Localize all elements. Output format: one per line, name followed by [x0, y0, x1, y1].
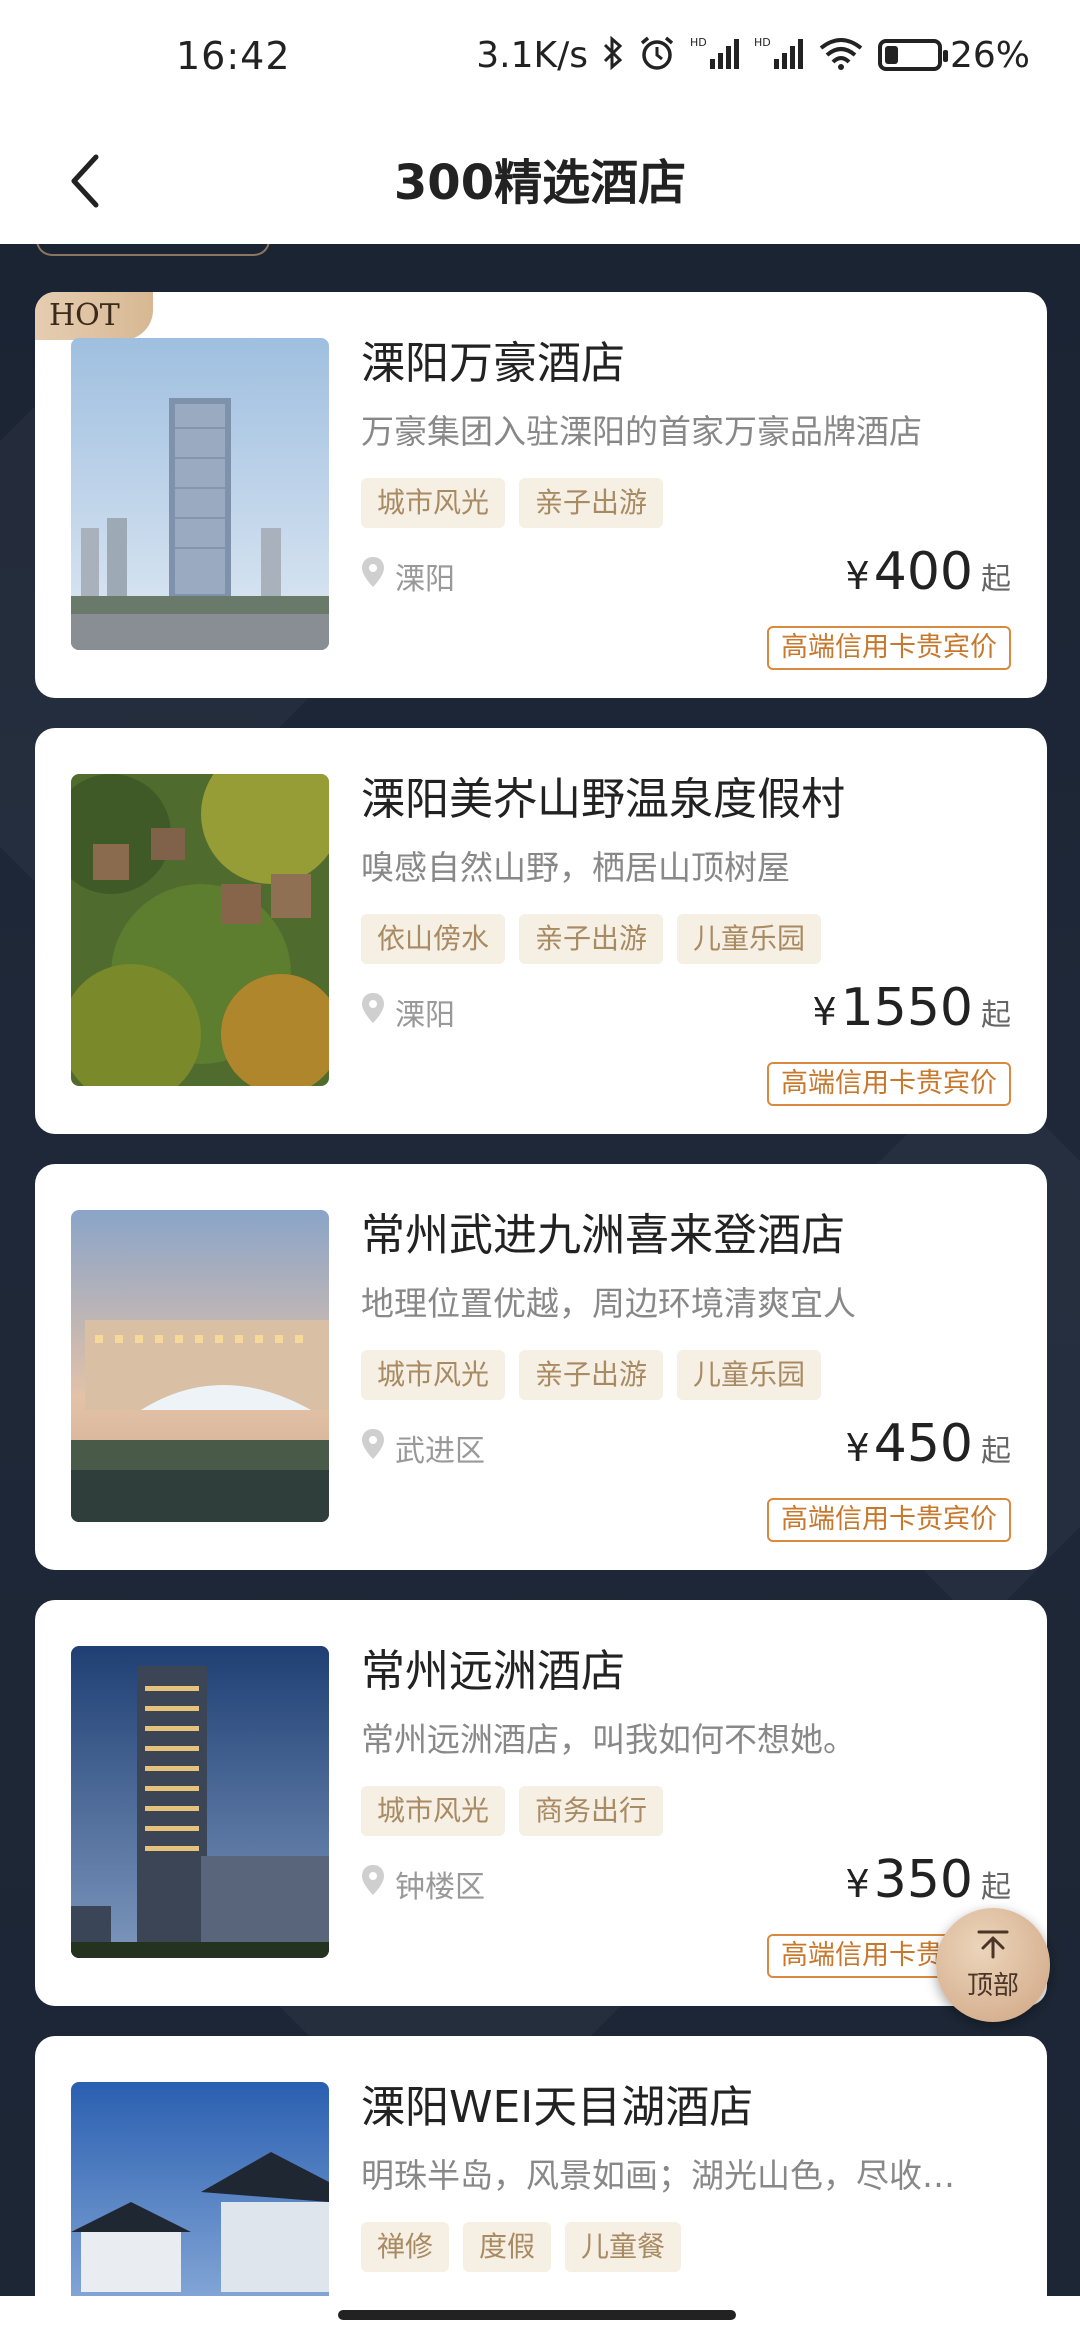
- back-to-top-label: 顶部: [966, 1970, 1019, 2001]
- price-value: 350: [873, 1850, 973, 1910]
- tag-list: 城市风光 亲子出游: [361, 478, 664, 528]
- tag: 依山傍水: [361, 914, 506, 964]
- tag: 儿童乐园: [677, 914, 822, 964]
- perk-badge: 高端信用卡贵宾价: [767, 1498, 1011, 1542]
- hotel-card[interactable]: 溧阳美岕山野温泉度假村 嗅感自然山野，栖居山顶树屋 依山傍水 亲子出游 儿童乐园…: [35, 728, 1047, 1134]
- hotel-name: 溧阳美岕山野温泉度假村: [361, 774, 845, 825]
- status-time: 16:42: [176, 34, 291, 78]
- tag-list: 依山傍水 亲子出游 儿童乐园: [361, 914, 822, 964]
- currency-symbol: ¥: [812, 990, 837, 1034]
- hotel-card[interactable]: 常州武进九洲喜来登酒店 地理位置优越，周边环境清爽宜人 城市风光 亲子出游 儿童…: [35, 1164, 1047, 1570]
- tag: 城市风光: [361, 478, 506, 528]
- location-pin-icon: [361, 1864, 385, 1904]
- price: ¥ 350 起: [846, 1850, 1011, 1910]
- location-text: 武进区: [395, 1434, 485, 1469]
- battery-indicator: 26%: [877, 34, 1030, 76]
- wifi-icon: [818, 35, 864, 75]
- nav-bar: 300精选酒店: [0, 120, 1080, 244]
- currency-symbol: ¥: [845, 1862, 870, 1906]
- tag: 度假: [463, 2222, 552, 2272]
- status-bar: 16:42 3.1K/s HD HD 26%: [0, 0, 1080, 120]
- hd-signal-icon: HD: [754, 35, 804, 75]
- hotel-photo: [71, 1646, 329, 1958]
- tag-list: 城市风光 商务出行: [361, 1786, 664, 1836]
- price: ¥ 400 起: [846, 542, 1011, 602]
- location: 溧阳: [361, 990, 455, 1034]
- hotel-card[interactable]: 常州远洲酒店 常州远洲酒店，叫我如何不想她。 城市风光 商务出行 钟楼区 ¥ 3…: [35, 1600, 1047, 2006]
- perk-badge: 高端信用卡贵宾价: [767, 1062, 1011, 1106]
- tag: 城市风光: [361, 1786, 506, 1836]
- price-suffix: 起: [981, 1434, 1011, 1469]
- hotel-description: 万豪集团入驻溧阳的首家万豪品牌酒店: [361, 412, 922, 451]
- tag: 商务出行: [519, 1786, 664, 1836]
- hotel-description: 明珠半岛，风景如画；湖光山色，尽收…: [361, 2156, 955, 2195]
- price-suffix: 起: [981, 562, 1011, 597]
- hotel-photo: [71, 338, 329, 650]
- battery-icon: [877, 39, 948, 71]
- location-pin-icon: [361, 992, 385, 1032]
- filter-tab-edge: [36, 244, 270, 256]
- location: 武进区: [361, 1426, 485, 1470]
- perk-badge: 高端信用卡贵宾价: [767, 626, 1011, 670]
- price-value: 400: [873, 542, 973, 602]
- hotel-photo: [71, 774, 329, 1086]
- battery-percent: 26%: [949, 34, 1030, 76]
- hd-signal-icon: HD: [690, 35, 740, 75]
- tag: 儿童乐园: [677, 1350, 822, 1400]
- net-speed: 3.1K/s: [476, 34, 588, 76]
- hotel-list[interactable]: HOT 溧阳万豪酒店 万豪集团入驻溧阳的首家万豪品牌酒店 城市风光 亲子出游 溧…: [0, 244, 1080, 2296]
- price-value: 1550: [840, 978, 973, 1038]
- tag: 亲子出游: [519, 478, 664, 528]
- hotel-name: 常州武进九洲喜来登酒店: [361, 1210, 845, 1261]
- gesture-bar: [0, 2296, 1080, 2340]
- hotel-description: 嗅感自然山野，栖居山顶树屋: [361, 848, 790, 887]
- price-suffix: 起: [981, 998, 1011, 1033]
- bluetooth-icon: [602, 35, 624, 75]
- hot-badge: HOT: [35, 292, 153, 340]
- location-text: 钟楼区: [395, 1870, 485, 1905]
- status-icons: 3.1K/s HD HD 26%: [476, 30, 1030, 80]
- price-suffix: 起: [981, 1870, 1011, 1905]
- location: 溧阳: [361, 554, 455, 598]
- tag: 亲子出游: [519, 914, 664, 964]
- arrow-up-icon: [975, 1929, 1011, 1963]
- location-pin-icon: [361, 556, 385, 596]
- hotel-name: 溧阳WEI天目湖酒店: [361, 2082, 754, 2133]
- hotel-name: 溧阳万豪酒店: [361, 338, 625, 389]
- svg-text:HD: HD: [754, 36, 771, 49]
- tag: 儿童餐: [565, 2222, 682, 2272]
- alarm-icon: [638, 34, 676, 76]
- tag-list: 城市风光 亲子出游 儿童乐园: [361, 1350, 822, 1400]
- hotel-description: 地理位置优越，周边环境清爽宜人: [361, 1284, 856, 1323]
- location-pin-icon: [361, 1428, 385, 1468]
- hotel-card[interactable]: 溧阳WEI天目湖酒店 明珠半岛，风景如画；湖光山色，尽收… 禅修 度假 儿童餐: [35, 2036, 1047, 2296]
- hotel-photo: [71, 2082, 329, 2296]
- location: 钟楼区: [361, 1862, 485, 1906]
- back-to-top-button[interactable]: 顶部: [936, 1908, 1050, 2022]
- price: ¥ 1550 起: [812, 978, 1011, 1038]
- tag: 禅修: [361, 2222, 450, 2272]
- location-text: 溧阳: [395, 562, 455, 597]
- home-indicator[interactable]: [338, 2310, 736, 2320]
- hotel-card[interactable]: HOT 溧阳万豪酒店 万豪集团入驻溧阳的首家万豪品牌酒店 城市风光 亲子出游 溧…: [35, 292, 1047, 698]
- battery-level: [884, 46, 898, 64]
- hotel-description: 常州远洲酒店，叫我如何不想她。: [361, 1720, 856, 1759]
- hotel-name: 常州远洲酒店: [361, 1646, 625, 1697]
- tag: 城市风光: [361, 1350, 506, 1400]
- page-title: 300精选酒店: [393, 155, 687, 211]
- location-text: 溧阳: [395, 998, 455, 1033]
- hotel-photo: [71, 1210, 329, 1522]
- price-value: 450: [873, 1414, 973, 1474]
- tag-list: 禅修 度假 儿童餐: [361, 2222, 682, 2272]
- tag: 亲子出游: [519, 1350, 664, 1400]
- currency-symbol: ¥: [845, 554, 870, 598]
- svg-text:HD: HD: [690, 36, 707, 49]
- currency-symbol: ¥: [845, 1426, 870, 1470]
- price: ¥ 450 起: [846, 1414, 1011, 1474]
